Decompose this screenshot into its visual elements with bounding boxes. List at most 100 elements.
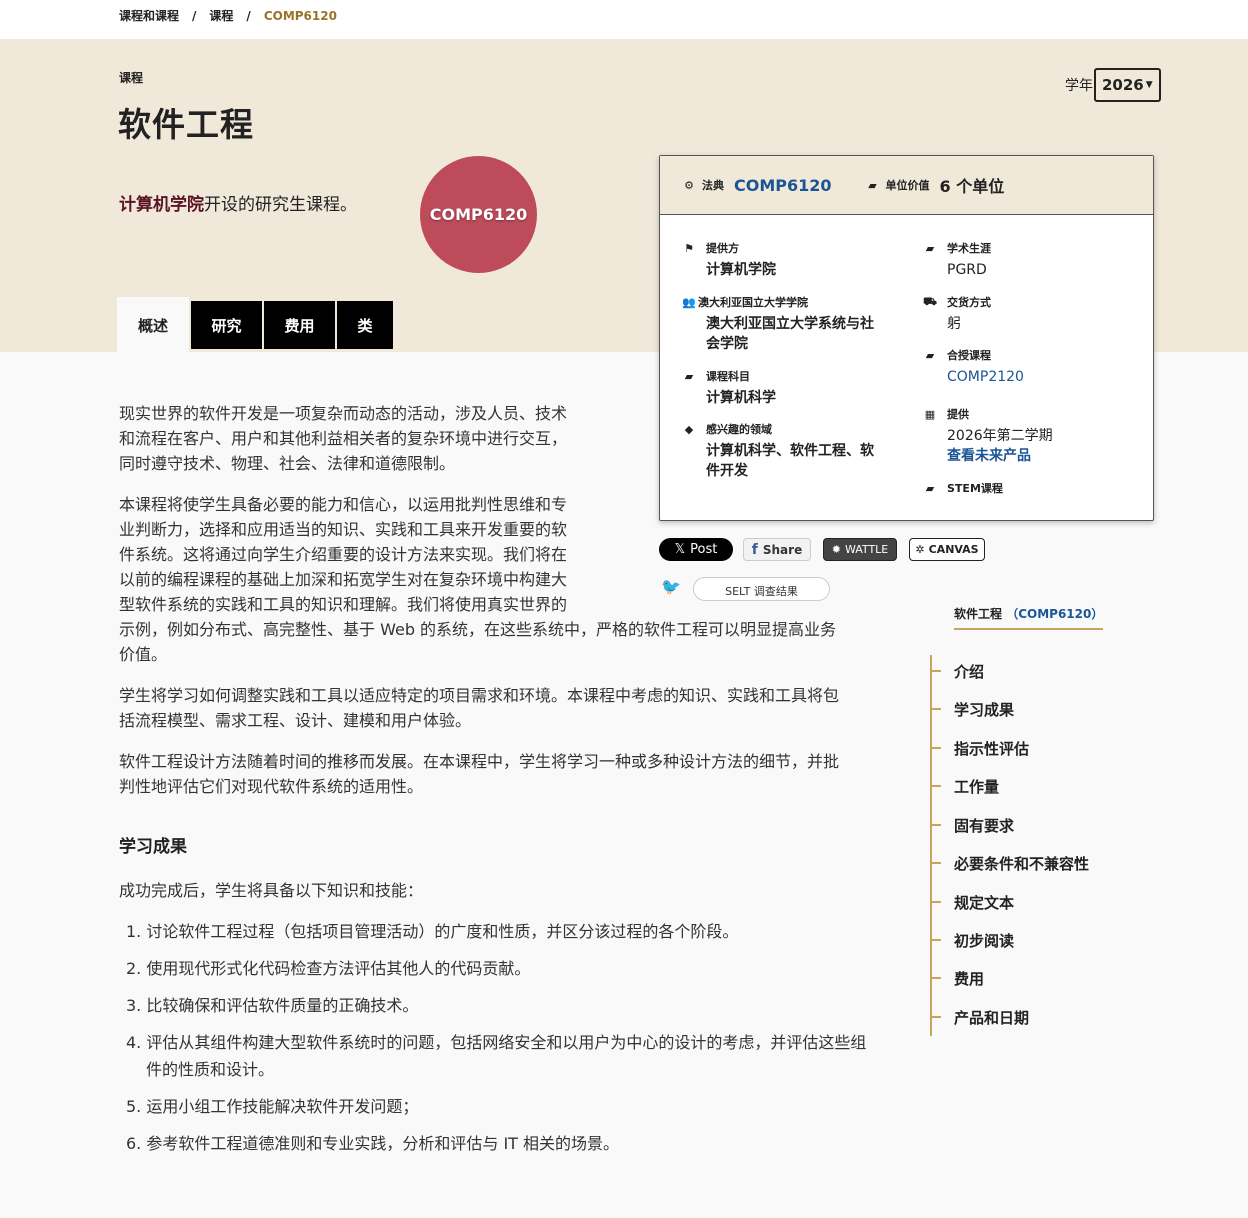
list-item: 2. 使用现代形式化代码检查方法评估其他人的代码贡献。 [126,959,531,978]
field-label: 合授课程 [947,349,991,362]
toc-title: 软件工程 （COMP6120） [954,605,1104,630]
toc-link-prerequisites[interactable]: 必要条件和不兼容性 [954,853,1089,874]
toc-tick [930,785,941,787]
field-value-line: 会学院 [706,336,748,352]
text-line: 件系统。这将通过向学生介绍重要的设计方法来实现。我们将在 [119,545,568,564]
unit-label: 单位价值 [885,179,930,192]
text-line: 现实世界的软件开发是一项复杂而动态的活动，涉及人员、技术 [119,404,568,423]
book-icon: ▰ [925,481,935,495]
outcomes-intro: 成功完成后，学生将具备以下知识和技能： [119,881,424,900]
breadcrumb-current: COMP6120 [263,9,337,23]
field-value: 澳大利亚国立大学系统与社 会学院 [706,314,874,354]
field-label: STEM课程 [947,482,1003,495]
field-stem: ▰ STEM课程 [923,480,1003,496]
toc-link-requirements[interactable]: 固有要求 [954,815,1014,836]
canvas-button[interactable]: ✲ CANVAS [909,538,985,561]
text-line: 以前的编程课程的基础上加深和拓宽学生对在复杂环境中构建大 [119,570,568,589]
description-paragraph: 本课程将使学生具备必要的能力和信心，以运用批判性思维和专 业判断力，选择和应用适… [119,492,836,667]
text-line: 和流程在客户、用户和其他利益相关者的复杂环境中进行交互， [119,429,568,448]
canvas-icon: ✲ [915,543,925,556]
co-taught-link[interactable]: COMP2120 [947,367,1024,387]
field-offered-by: ⚑ 提供方 计算机学院 [682,240,776,280]
toc-link-outcomes[interactable]: 学习成果 [954,699,1014,720]
breadcrumb-link-courses[interactable]: 课程 [209,7,233,24]
field-career: ▰ 学术生涯 PGRD [923,240,991,280]
list-item: 3. 比较确保和评估软件质量的正确技术。 [126,996,419,1015]
info-header: ⚙ 法典 COMP6120 ▰ 单位价值 6 个单位 [660,156,1153,215]
toc-link-workload[interactable]: 工作量 [954,776,999,797]
list-item: 4. 评估从其组件构建大型软件系统时的问题，包括网络安全和以用户为中心的设计的考… [126,1033,867,1079]
field-label: 提供方 [706,242,739,255]
field-label: 交货方式 [947,296,991,309]
users-icon: 👥 [682,295,696,309]
toc-tick [930,901,941,903]
list-item: 1. 讨论软件工程过程（包括项目管理活动）的广度和性质，并区分该过程的各个阶段。 [126,922,739,941]
description-paragraph: 现实世界的软件开发是一项复杂而动态的活动，涉及人员、技术 和流程在客户、用户和其… [119,401,567,476]
list-item: 5. 运用小组工作技能解决软件开发问题； [126,1097,419,1116]
school-link[interactable]: 计算机学院 [119,195,204,215]
gear-icon: ⚙ [684,178,694,192]
text-line: 型软件系统的实践和工具的知识和理解。我们将使用真实世界的 [119,595,568,614]
toc-link-reading[interactable]: 初步阅读 [954,930,1014,951]
toc-link-offerings[interactable]: 产品和日期 [954,1007,1029,1028]
page-intro: 计算机学院开设的研究生课程。 [119,190,357,215]
field-offering: ▦ 提供 2026年第二学期 查看未来产品 [923,406,1053,466]
tab-classes[interactable]: 类 [337,301,393,349]
caret-down-icon: ▼ [1145,80,1153,90]
year-selector: 学年 2026 ▼ [1065,68,1161,102]
text-line: 软件工程设计方法随着时间的推移而发展。在本课程中，学生将学习一种或多种设计方法的… [119,752,840,771]
toc-tick [930,1016,941,1018]
breadcrumb-separator: / [192,9,197,23]
toc-tick [930,862,941,864]
toc-tick [930,747,941,749]
course-code-badge: COMP6120 [420,156,537,273]
field-value-line: 2026年第二学期 [947,428,1053,444]
list-item: 6. 参考软件工程道德准则和专业实践，分析和评估与 IT 相关的场景。 [126,1134,620,1153]
text-line: 同时遵守技术、物理、社会、法律和道德限制。 [119,454,456,473]
field-value: 计算机科学 [706,390,776,406]
book-icon: ▰ [925,348,935,362]
page-title: 软件工程 [118,105,254,144]
field-label: 感兴趣的领域 [706,423,772,436]
tab-bar: 概述 研究 费用 类 [117,297,395,353]
canvas-label: CANVAS [928,543,979,556]
tag-icon: ◆ [684,422,694,436]
breadcrumb-link-programs[interactable]: 课程和课程 [119,7,179,24]
top-bar: 课程和课程 / 课程 / COMP6120 [0,0,1248,39]
text-line: 价值。 [119,645,168,664]
year-dropdown[interactable]: 2026 ▼ [1094,68,1161,102]
toc-link-texts[interactable]: 规定文本 [954,892,1014,913]
code-label: 法典 [702,179,724,192]
toc-tick [930,977,941,979]
field-interest: ◆ 感兴趣的领域 计算机科学、软件工程、软 件开发 [682,421,874,481]
field-value-line: 计算机科学、软件工程、软 [706,443,874,459]
toc-tick [930,670,941,672]
tab-study[interactable]: 研究 [191,301,262,349]
future-offerings-link[interactable]: 查看未来产品 [947,446,1053,466]
flag-icon: ⚑ [684,241,694,255]
toc-link-intro[interactable]: 介绍 [954,661,984,682]
field-value: 躬 [947,316,961,332]
toc-title-text: 软件工程 [954,607,1003,621]
year-label: 学年 [1065,78,1093,94]
description-paragraph: 学生将学习如何调整实践和工具以适应特定的项目需求和环境。本课程中考虑的知识、实践… [119,683,839,733]
field-value: 计算机科学、软件工程、软 件开发 [706,441,874,481]
field-value-line: 澳大利亚国立大学系统与社 [706,316,874,332]
text-line: 业判断力，选择和应用适当的知识、实践和工具来开发重要的软 [119,520,568,539]
tab-overview[interactable]: 概述 [117,297,189,353]
field-label: 学术生涯 [947,242,991,255]
field-college: 👥 澳大利亚国立大学学院 澳大利亚国立大学系统与社 会学院 [682,294,874,354]
text-line: 本课程将使学生具备必要的能力和信心，以运用批判性思维和专 [119,495,568,514]
text-line: 示例，例如分布式、高完整性、基于 Web 的系统，在这些系统中，严格的软件工程可… [119,620,837,639]
tab-fees[interactable]: 费用 [264,301,335,349]
breadcrumb-separator: / [246,9,251,23]
field-label: 课程科目 [706,370,750,383]
toc-link-assessment[interactable]: 指示性评估 [954,738,1029,759]
page-eyebrow: 课程 [119,71,144,85]
course-info-box: ⚙ 法典 COMP6120 ▰ 单位价值 6 个单位 ⚑ 提供方 计算机学院 ▰ 学… [659,155,1154,521]
calendar-icon: ▦ [924,407,936,421]
field-value: 计算机学院 [706,262,776,278]
breadcrumb: 课程和课程 / 课程 / COMP6120 [119,7,337,24]
toc-tick [930,939,941,941]
toc-link-fees[interactable]: 费用 [954,968,984,989]
